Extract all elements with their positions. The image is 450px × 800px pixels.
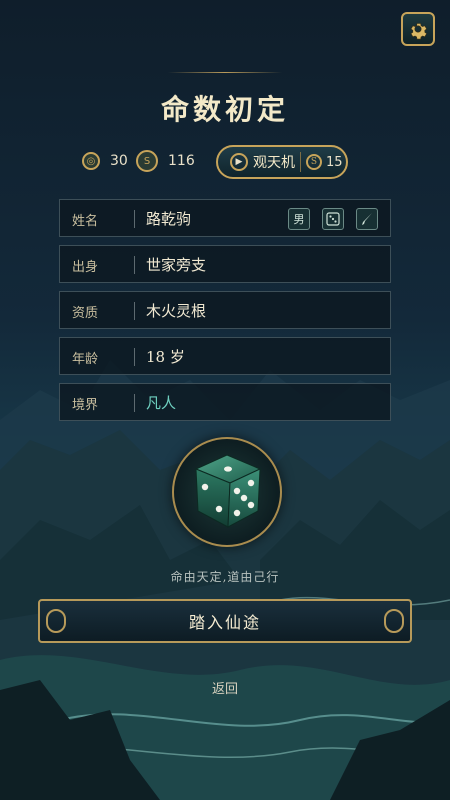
field-value: 木火灵根 [146, 302, 207, 320]
field-label: 资质 [72, 306, 99, 321]
random-name-button[interactable] [322, 208, 344, 230]
roll-dice-button[interactable] [172, 437, 282, 547]
field-divider [134, 256, 135, 274]
field-value: 凡人 [146, 394, 177, 412]
jade-dice-icon [194, 454, 262, 528]
field-value: 路乾驹 [146, 210, 192, 228]
guantianji-label: 观天机 [253, 155, 295, 171]
cloud-ornament-left [46, 609, 66, 633]
enter-path-label: 踏入仙途 [188, 613, 261, 632]
gender-toggle-button[interactable]: 男 [288, 208, 310, 230]
field-value: 世家旁支 [146, 256, 207, 274]
title-divider [168, 72, 282, 73]
field-row-age: 年龄 18 岁 [59, 337, 391, 375]
page-title: 命数初定 [160, 93, 289, 126]
field-label: 境界 [72, 398, 99, 413]
gold-coin-icon: S [136, 150, 158, 172]
enter-path-button[interactable]: 踏入仙途 [38, 599, 412, 643]
brush-icon [362, 213, 372, 225]
field-row-realm: 境界 凡人 [59, 383, 391, 421]
button-separator [300, 152, 301, 172]
guantianji-button[interactable]: ▶ 观天机 S 15 [216, 145, 348, 179]
gold-coin-value: 116 [168, 153, 195, 169]
settings-button[interactable] [401, 12, 435, 46]
spirit-stone-counter: ◎ 30 [82, 150, 128, 172]
gold-coin-icon: S [306, 154, 322, 170]
field-row-aptitude: 资质 木火灵根 [59, 291, 391, 329]
field-divider [134, 302, 135, 320]
edit-name-button[interactable] [356, 208, 378, 230]
play-icon: ▶ [230, 153, 248, 171]
dice-icon [326, 212, 340, 226]
spirit-stone-value: 30 [110, 153, 128, 169]
gender-label: 男 [293, 213, 305, 226]
guantianji-cost: 15 [326, 154, 343, 170]
gold-coin-counter: S 116 [136, 150, 195, 172]
field-row-name: 姓名 路乾驹 男 [59, 199, 391, 237]
gear-icon [410, 23, 427, 40]
back-button[interactable]: 返回 [195, 678, 255, 697]
motto-text: 命由天定,道由己行 [170, 570, 280, 584]
field-label: 年龄 [72, 352, 99, 367]
field-divider [134, 394, 135, 412]
field-divider [134, 348, 135, 366]
field-label: 姓名 [72, 214, 99, 229]
cloud-ornament-right [384, 609, 404, 633]
field-row-origin: 出身 世家旁支 [59, 245, 391, 283]
field-divider [134, 210, 135, 228]
field-value: 18 岁 [146, 348, 185, 366]
spirit-stone-icon: ◎ [82, 152, 100, 170]
field-label: 出身 [72, 260, 99, 275]
